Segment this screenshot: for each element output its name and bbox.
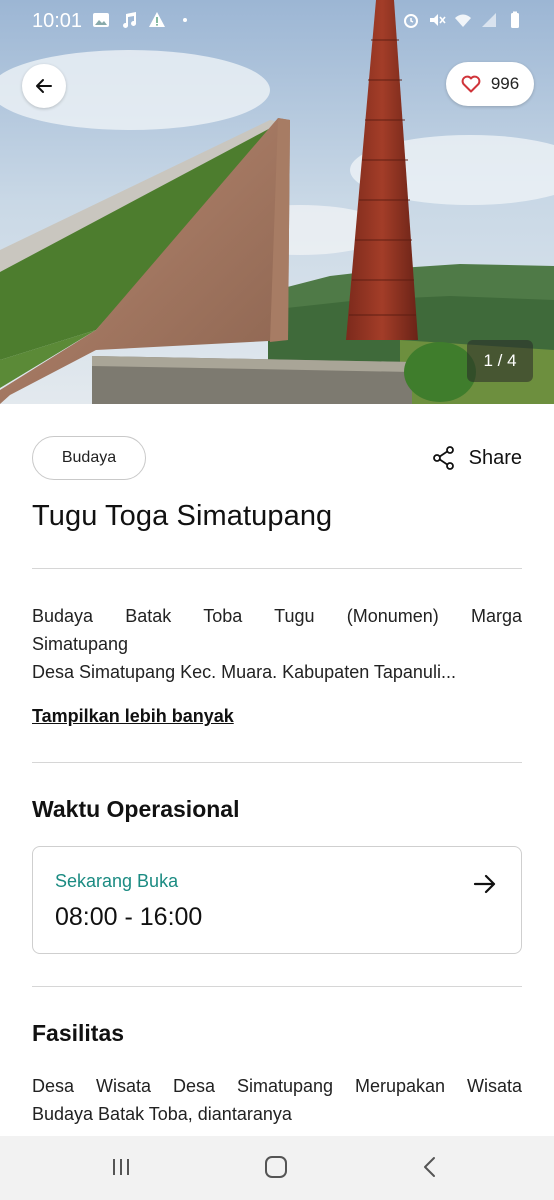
open-status: Sekarang Buka xyxy=(55,871,179,891)
operational-hours-card[interactable]: Sekarang Buka 08:00 - 16:00 xyxy=(32,846,522,954)
like-button[interactable]: 996 xyxy=(446,62,534,106)
mute-icon xyxy=(430,14,446,26)
wifi-icon xyxy=(455,14,471,27)
share-label: Share xyxy=(468,446,522,469)
gallery-icon xyxy=(93,13,109,27)
status-bar: 10:01 xyxy=(0,0,554,42)
back-nav-icon[interactable] xyxy=(422,1156,438,1178)
divider xyxy=(32,986,522,987)
page-title: Tugu Toga Simatupang xyxy=(32,500,333,532)
share-button[interactable]: Share xyxy=(432,446,522,470)
arrow-right-icon xyxy=(473,874,496,894)
facilities-text: Desa Wisata Desa Simatupang Merupakan Wi… xyxy=(32,1072,522,1128)
share-icon xyxy=(432,446,454,470)
warning-icon xyxy=(149,12,165,27)
notification-icons xyxy=(92,11,194,29)
heart-icon xyxy=(461,75,481,93)
opening-hours: 08:00 - 16:00 xyxy=(55,903,203,931)
system-icons xyxy=(402,11,524,29)
description-line: Simatupang xyxy=(32,634,129,654)
facilities-line: Desa Wisata Desa Simatupang Merupakan Wi… xyxy=(32,1076,522,1096)
divider xyxy=(32,568,522,569)
facilities-heading: Fasilitas xyxy=(32,1020,125,1046)
description-text: Budaya Batak Toba Tugu (Monumen) Marga S… xyxy=(32,602,522,686)
detail-content[interactable]: Budaya Share Tugu Toga Simatupang Budaya… xyxy=(0,404,554,1136)
hero-image[interactable]: 10:01 996 1 / 4 xyxy=(0,0,554,404)
home-icon[interactable] xyxy=(264,1156,288,1178)
alarm-icon xyxy=(404,14,418,28)
music-icon xyxy=(123,12,137,28)
category-chip[interactable]: Budaya xyxy=(32,436,146,480)
operational-hours-heading: Waktu Operasional xyxy=(32,796,240,822)
description-line: Budaya Batak Toba Tugu (Monumen) Marga xyxy=(32,606,522,626)
description-line: Desa Simatupang Kec. Muara. Kabupaten Ta… xyxy=(32,662,456,682)
battery-icon xyxy=(511,11,519,28)
system-nav-bar xyxy=(0,1136,554,1200)
image-counter: 1 / 4 xyxy=(467,340,533,382)
dot-icon xyxy=(183,18,187,22)
show-more-link[interactable]: Tampilkan lebih banyak xyxy=(32,706,234,727)
recent-apps-icon[interactable] xyxy=(110,1156,132,1178)
signal-icon xyxy=(482,13,496,27)
divider xyxy=(32,762,522,763)
back-button[interactable] xyxy=(22,64,66,108)
arrow-left-icon xyxy=(36,79,52,93)
status-time: 10:01 xyxy=(32,10,83,32)
like-count: 996 xyxy=(490,74,520,93)
facilities-line: Budaya Batak Toba, diantaranya xyxy=(32,1104,292,1124)
